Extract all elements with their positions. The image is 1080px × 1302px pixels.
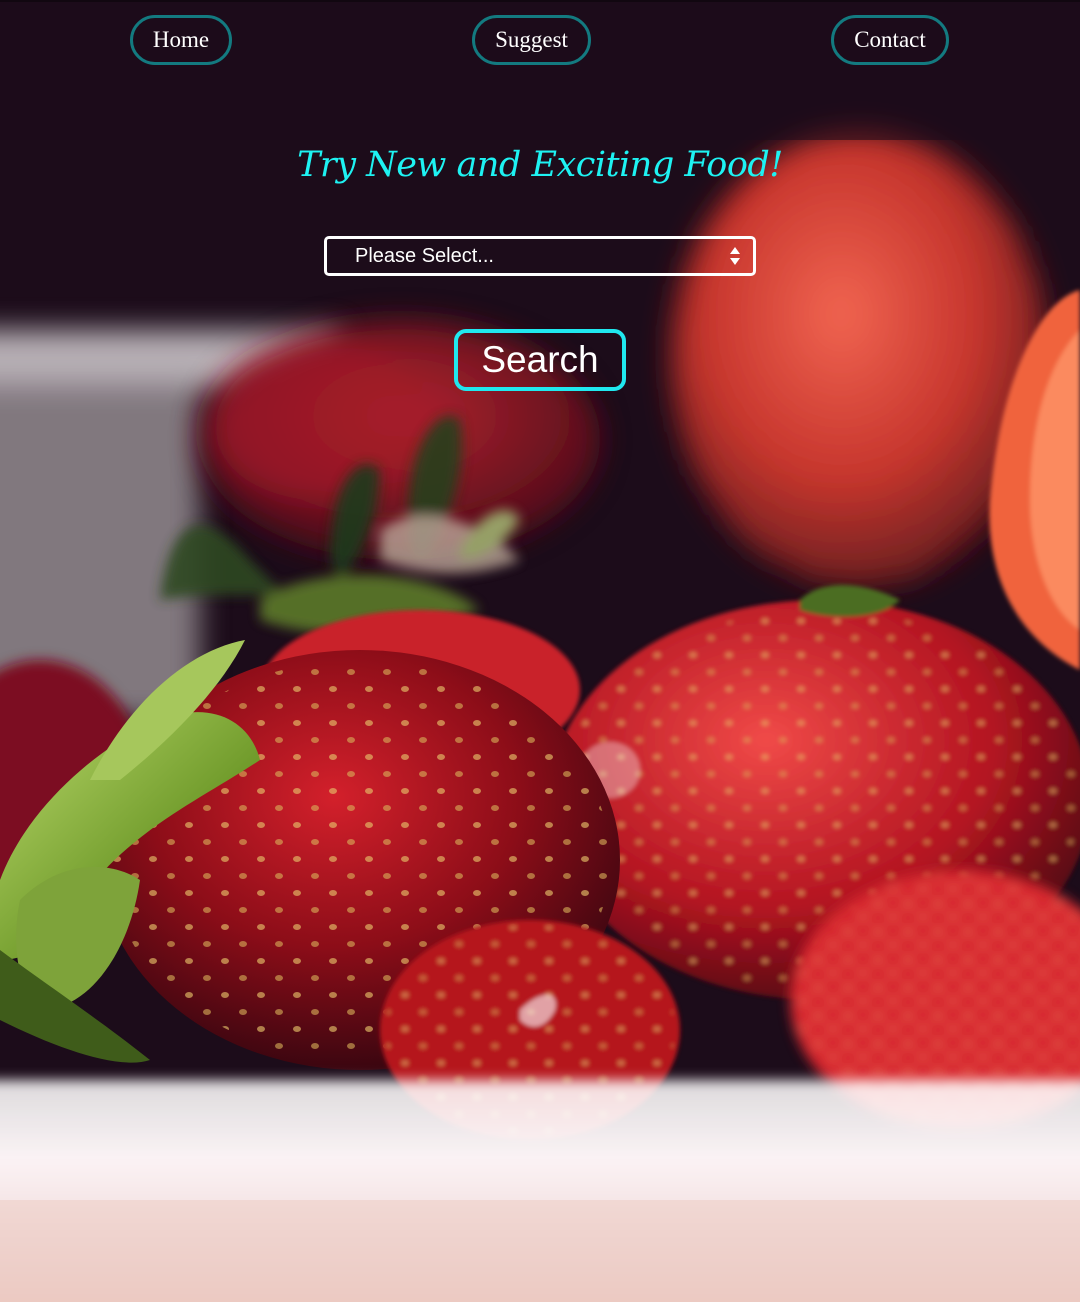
- search-button[interactable]: Search: [454, 329, 626, 391]
- nav-suggest-button[interactable]: Suggest: [472, 15, 591, 65]
- nav-home-button[interactable]: Home: [130, 15, 232, 65]
- food-select-dropdown[interactable]: Please Select...: [324, 236, 756, 276]
- nav-contact-button[interactable]: Contact: [831, 15, 949, 65]
- background-photo: [0, 0, 1080, 1302]
- updown-arrows-icon: [729, 245, 741, 267]
- select-value: Please Select...: [355, 245, 494, 267]
- page-headline: Try New and Exciting Food!: [297, 145, 783, 185]
